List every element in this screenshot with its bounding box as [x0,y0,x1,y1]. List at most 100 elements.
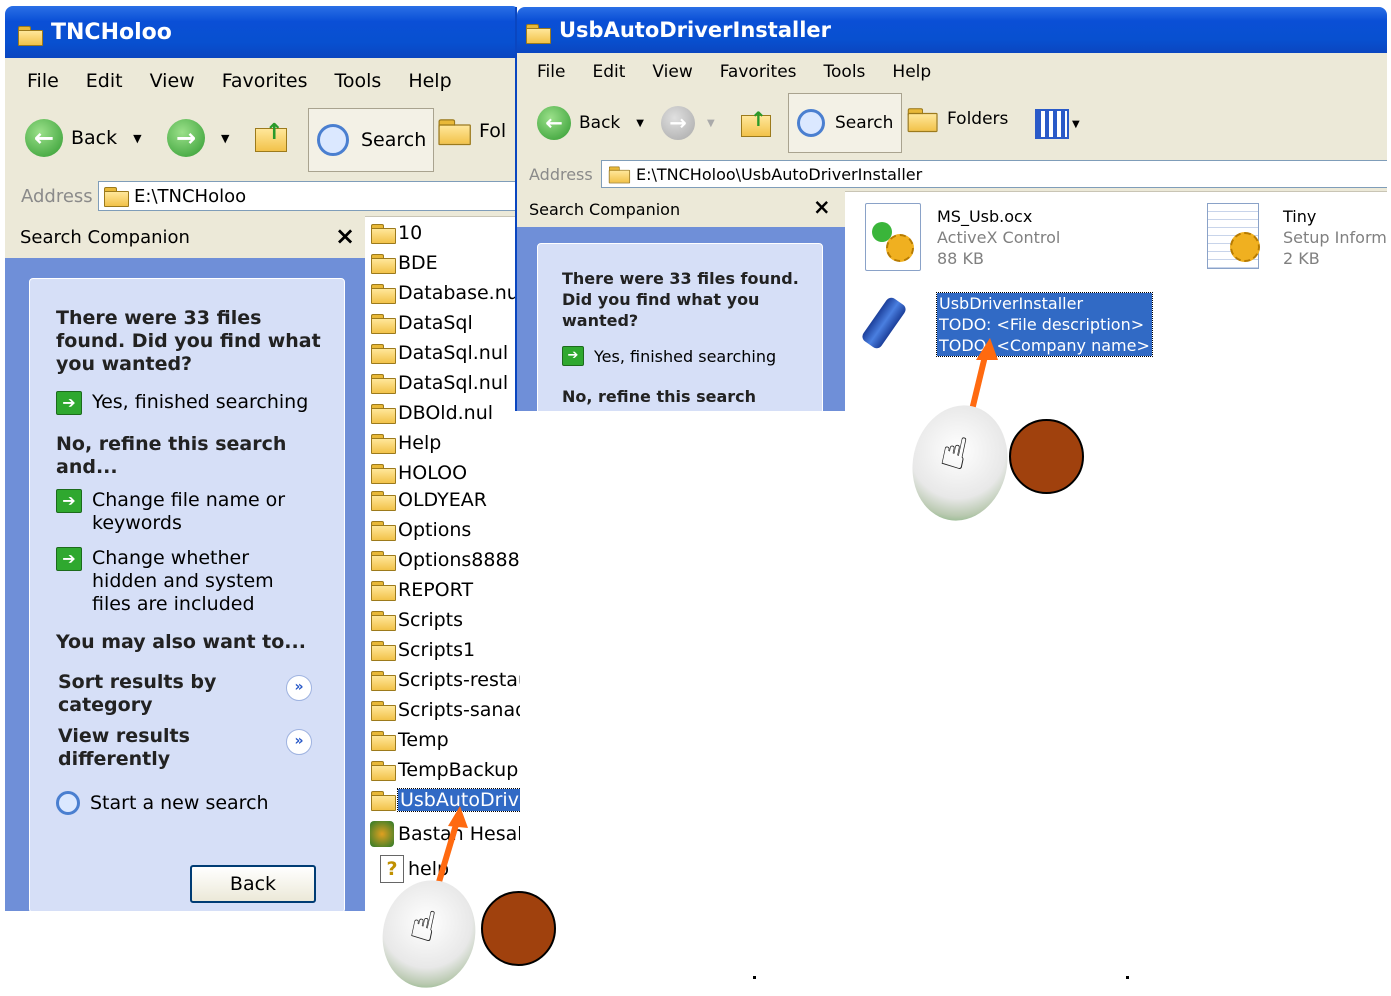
menu-view[interactable]: View [652,62,692,82]
file-list-item[interactable]: Scripts-sanad eftetahiyeh [370,695,520,725]
folder-icon [525,20,551,44]
forward-button[interactable]: → ▼ [167,118,229,158]
folders-button[interactable]: Folders [907,107,1008,132]
companion-close-icon[interactable]: × [335,222,355,250]
file-list-item[interactable]: Bastan Hesab [370,819,520,849]
file-list-item[interactable]: Scripts [370,605,463,635]
file-list-item[interactable]: Database.nul [370,278,520,308]
folder-icon [370,790,396,811]
left-file-list: 10 BDE Database.nul DataSql DataSql.nul DataS… [370,216,520,911]
menu-file[interactable]: File [537,62,565,82]
folder-icon [370,403,396,424]
right-address-bar: Address E:\TNCHoloo\UsbAutoDriverInstall… [517,157,1387,192]
file-list-item[interactable]: Scripts1 [370,635,475,665]
back-button[interactable]: ← Back ▼ [25,118,142,158]
step-marker [481,891,556,966]
stray-dot [1126,976,1129,979]
folder-icon [370,343,396,364]
folders-button[interactable]: Fol [438,118,506,145]
activex-icon [865,203,921,271]
refine-heading: No, refine this search and... [56,433,287,478]
folder-icon [370,520,396,541]
file-list-item[interactable]: TempBackup [370,755,518,785]
right-title-bar[interactable]: UsbAutoDriverInstaller [517,7,1387,53]
file-list-item[interactable]: OLDYEAR [370,485,487,515]
search-button[interactable]: Search [308,108,434,172]
forward-dropdown-icon[interactable]: ▼ [707,118,715,129]
file-list-item[interactable]: DataSql.nul o [370,368,520,398]
new-search-link[interactable]: Start a new search [56,791,269,815]
address-input[interactable]: E:\TNCHoloo [98,181,520,211]
address-input[interactable]: E:\TNCHoloo\UsbAutoDriverInstaller [601,160,1387,188]
file-list-item[interactable]: REPORT [370,575,473,605]
file-list-item[interactable]: DBOld.nul [370,398,493,428]
menu-tools[interactable]: Tools [335,70,382,92]
companion-close-icon[interactable]: × [813,195,831,219]
folder-icon [370,463,396,484]
file-list-item[interactable]: Help [370,428,441,458]
left-address-bar: Address E:\TNCHoloo [5,176,520,217]
forward-button[interactable]: → ▼ [661,105,715,141]
up-folder-button[interactable]: ↑ [739,107,773,141]
green-arrow-icon: ➔ [56,547,82,571]
file-list-item[interactable]: DataSql.nul [370,338,508,368]
file-list-item[interactable]: Temp [370,725,449,755]
forward-dropdown-icon[interactable]: ▼ [221,132,229,145]
file-list-item[interactable]: Options [370,515,471,545]
back-button[interactable]: ← Back ▼ [537,105,644,141]
views-button[interactable]: ▼ [1035,109,1080,139]
left-window-title: TNCHoloo [51,19,172,45]
right-search-companion: Search Companion × There were 33 files f… [517,191,845,411]
expand-chevron-icon[interactable]: » [286,729,312,755]
file-item-ms-usb[interactable]: MS_Usb.ocx ActiveX Control 88 KB [863,203,1183,273]
back-arrow-icon: ← [25,119,63,157]
menu-help[interactable]: Help [892,62,931,82]
file-list-item[interactable]: HOLOO [370,458,467,488]
file-item-usbdriverinstaller[interactable]: UsbDriverInstaller TODO: <File descripti… [860,291,1163,357]
menu-tools[interactable]: Tools [824,62,866,82]
search-button[interactable]: Search [788,93,902,153]
views-dropdown-icon[interactable]: ▼ [1072,119,1080,130]
menu-edit[interactable]: Edit [592,62,625,82]
change-name-link[interactable]: ➔ Change file name or keywords [56,489,292,535]
views-grid-icon [1035,109,1069,139]
folders-icon [437,118,471,145]
file-list-item[interactable]: Options88888 [370,545,520,575]
folder-icon [370,373,396,394]
right-menu-bar: File Edit View Favorites Tools Help [517,53,1387,92]
usb-drive-icon [860,295,908,351]
left-toolbar: ← Back ▼ → ▼ ↑ Search Fol [5,104,520,177]
back-dropdown-icon[interactable]: ▼ [636,118,644,129]
file-list-item[interactable]: DataSql [370,308,473,338]
file-list-item[interactable]: UsbAutoDriverInstaller [370,785,520,815]
menu-file[interactable]: File [27,70,59,92]
up-folder-button[interactable]: ↑ [253,120,289,156]
back-arrow-icon: ← [537,106,571,140]
menu-help[interactable]: Help [408,70,451,92]
file-list-item[interactable]: ? help [370,854,449,884]
yes-finished-link[interactable]: ➔ Yes, finished searching [56,391,308,415]
yes-finished-link[interactable]: ➔ Yes, finished searching [562,346,776,366]
menu-view[interactable]: View [150,70,195,92]
companion-header: Search Companion [517,191,845,227]
file-list-item[interactable]: BDE [370,248,438,278]
green-arrow-icon: ➔ [562,346,584,366]
view-results-link[interactable]: View results differently [58,725,228,771]
left-title-bar[interactable]: TNCHoloo [5,6,520,58]
sort-results-link[interactable]: Sort results by category [58,671,228,717]
file-item-tiny[interactable]: Tiny Setup Inform 2 KB [1205,203,1387,273]
menu-favorites[interactable]: Favorites [222,70,308,92]
back-dropdown-icon[interactable]: ▼ [133,132,141,145]
change-hidden-link[interactable]: ➔ Change whether hidden and system files… [56,547,312,616]
green-arrow-icon: ➔ [56,489,82,513]
folder-icon [370,433,396,454]
expand-chevron-icon[interactable]: » [286,675,312,701]
companion-back-button[interactable]: Back [190,865,316,903]
file-list-item[interactable]: 10 [370,218,422,248]
setup-info-icon [1207,203,1260,269]
help-file-icon: ? [380,855,404,883]
folder-icon [370,610,396,631]
menu-edit[interactable]: Edit [86,70,123,92]
menu-favorites[interactable]: Favorites [720,62,797,82]
file-list-item[interactable]: Scripts-restaurant [370,665,520,695]
